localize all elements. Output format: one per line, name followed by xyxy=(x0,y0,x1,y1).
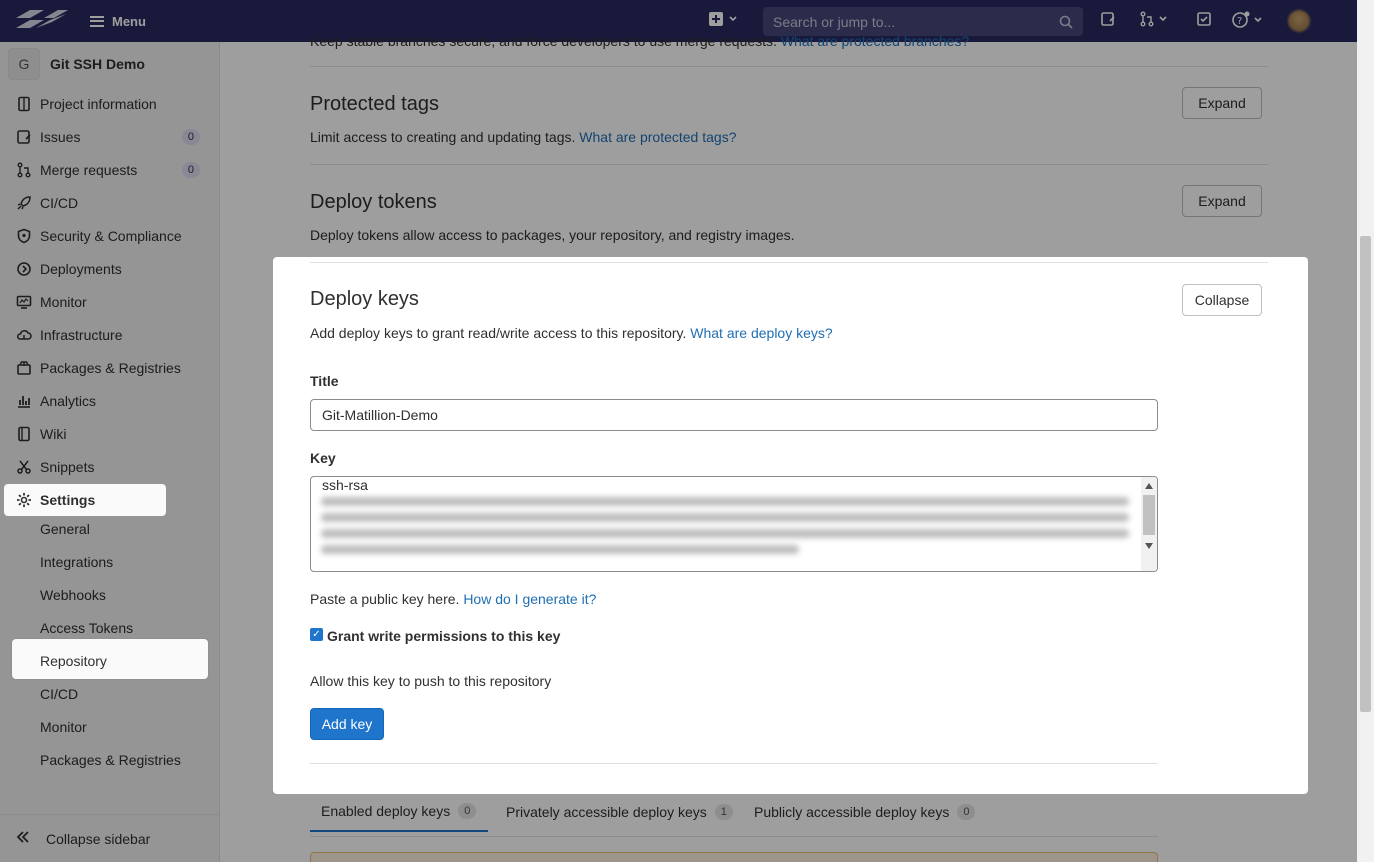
key-label: Key xyxy=(310,450,336,466)
section-divider xyxy=(310,763,1158,764)
deploy-keys-title: Deploy keys xyxy=(310,288,419,310)
deploy-keys-help-link[interactable]: What are deploy keys? xyxy=(690,325,832,341)
write-permission-label[interactable]: Grant write permissions to this key xyxy=(327,628,560,644)
scroll-down-icon[interactable] xyxy=(1145,543,1153,549)
redacted-key-line xyxy=(321,497,1129,506)
paste-hint-text: Paste a public key here. xyxy=(310,591,460,607)
paste-key-hint: Paste a public key here. How do I genera… xyxy=(310,591,596,607)
page-scroll-thumb[interactable] xyxy=(1360,236,1371,712)
write-permission-checkbox[interactable]: ✓ xyxy=(310,628,323,641)
page-scrollbar[interactable] xyxy=(1357,0,1374,862)
redacted-key-line xyxy=(321,529,1129,538)
deploy-keys-panel: Deploy keys Collapse Add deploy keys to … xyxy=(273,257,1308,794)
redacted-key-line xyxy=(321,513,1129,522)
title-label: Title xyxy=(310,373,339,389)
add-key-button[interactable]: Add key xyxy=(310,708,384,740)
sidebar-item-settings-spotlit[interactable]: Settings xyxy=(16,488,206,512)
scroll-up-icon[interactable] xyxy=(1145,483,1153,489)
section-divider xyxy=(310,262,1268,263)
generate-key-link[interactable]: How do I generate it? xyxy=(463,591,596,607)
deploy-keys-desc: Add deploy keys to grant read/write acce… xyxy=(310,325,833,341)
key-textarea-scrollbar[interactable] xyxy=(1141,477,1157,571)
sidebar-item-label: Settings xyxy=(40,492,96,508)
title-input[interactable]: Git-Matillion-Demo xyxy=(310,399,1158,431)
key-textarea[interactable]: ssh-rsa xyxy=(310,476,1158,572)
redacted-key-line xyxy=(321,545,799,554)
deploy-keys-text: Add deploy keys to grant read/write acce… xyxy=(310,325,687,341)
sidebar-sub-repository-spotlit[interactable]: Repository xyxy=(40,651,107,671)
deploy-keys-collapse-button[interactable]: Collapse xyxy=(1182,284,1262,316)
write-permission-help: Allow this key to push to this repositor… xyxy=(310,673,552,689)
gear-icon xyxy=(16,492,32,508)
scroll-thumb[interactable] xyxy=(1143,495,1155,535)
key-prefix: ssh-rsa xyxy=(322,477,368,493)
